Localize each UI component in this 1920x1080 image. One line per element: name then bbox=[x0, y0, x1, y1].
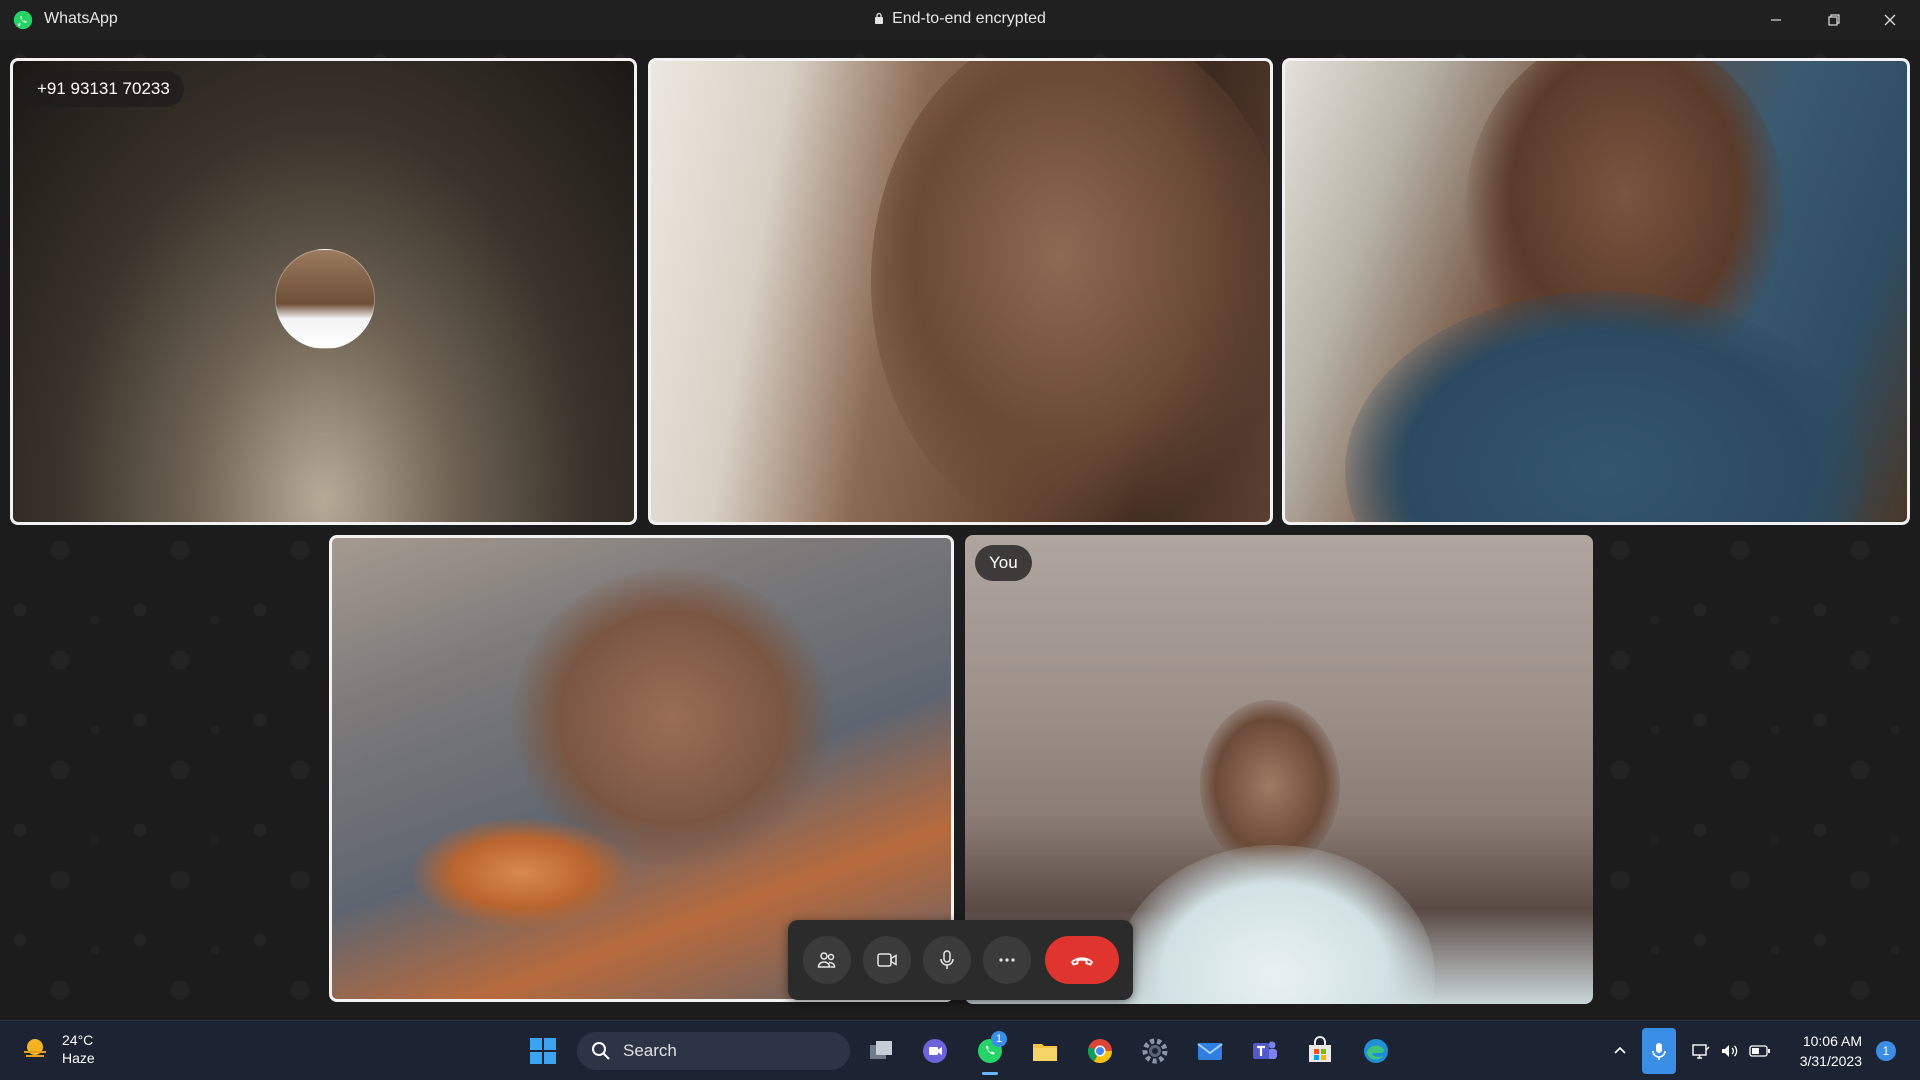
teams-icon bbox=[1253, 1041, 1277, 1059]
edge-icon bbox=[1364, 1039, 1388, 1063]
participant-avatar bbox=[275, 249, 375, 349]
store-button[interactable] bbox=[1300, 1031, 1340, 1071]
active-app-indicator bbox=[982, 1072, 998, 1075]
clock-date: 3/31/2023 bbox=[1799, 1053, 1862, 1069]
minimize-icon bbox=[1771, 19, 1781, 21]
weather-temperature: 24°C bbox=[62, 1032, 94, 1048]
participant-video-shirt bbox=[1345, 291, 1865, 522]
chat-app-button[interactable] bbox=[915, 1031, 955, 1071]
title-bar: WhatsApp End-to-end encrypted bbox=[0, 0, 1920, 40]
lock-icon bbox=[875, 12, 884, 24]
volume-button[interactable] bbox=[1716, 1021, 1742, 1080]
start-button[interactable] bbox=[523, 1031, 563, 1071]
app-title: WhatsApp bbox=[44, 10, 118, 27]
clock-time: 10:06 AM bbox=[1802, 1033, 1862, 1049]
whatsapp-unread-badge: 1 bbox=[991, 1031, 1007, 1047]
mail-icon bbox=[1197, 1043, 1223, 1060]
participant-tile-2[interactable] bbox=[648, 58, 1273, 525]
end-call-button[interactable] bbox=[1045, 936, 1119, 984]
file-explorer-button[interactable] bbox=[1025, 1031, 1065, 1071]
task-view-icon bbox=[870, 1041, 892, 1059]
teams-button[interactable] bbox=[1245, 1031, 1285, 1071]
network-button[interactable] bbox=[1688, 1021, 1714, 1080]
video-icon bbox=[877, 953, 897, 967]
windows-start-icon bbox=[530, 1038, 556, 1064]
taskbar-clock[interactable]: 10:06 AM 3/31/2023 bbox=[1786, 1031, 1862, 1071]
participant-name-tag: +91 93131 70233 bbox=[23, 71, 184, 107]
participant-name-tag: You bbox=[975, 545, 1032, 581]
gear-icon bbox=[1142, 1038, 1168, 1064]
more-options-button[interactable] bbox=[983, 936, 1031, 984]
end-call-icon bbox=[1070, 957, 1094, 966]
battery-icon bbox=[1749, 1045, 1770, 1057]
mic-in-use-highlight bbox=[1642, 1028, 1676, 1074]
mic-icon bbox=[940, 950, 954, 969]
close-button[interactable] bbox=[1862, 0, 1918, 40]
volume-icon bbox=[1722, 1045, 1738, 1057]
search-icon bbox=[592, 1042, 610, 1060]
participant-video-face bbox=[871, 61, 1270, 522]
encryption-status: End-to-end encrypted bbox=[0, 10, 1920, 28]
self-video-shirt bbox=[1115, 845, 1435, 1004]
network-icon bbox=[1692, 1044, 1710, 1059]
notification-count-badge[interactable]: 1 bbox=[1876, 1041, 1896, 1061]
participants-button[interactable] bbox=[803, 936, 851, 984]
battery-button[interactable] bbox=[1746, 1021, 1774, 1080]
folder-icon bbox=[1033, 1044, 1057, 1061]
chevron-up-icon bbox=[1614, 1046, 1626, 1054]
call-controls bbox=[788, 920, 1133, 1000]
participant-video-bracelet bbox=[412, 818, 632, 928]
task-view-button[interactable] bbox=[861, 1031, 901, 1071]
edge-button[interactable] bbox=[1356, 1031, 1396, 1071]
mic-toggle-button[interactable] bbox=[923, 936, 971, 984]
microphone-icon bbox=[1652, 1043, 1666, 1060]
restore-icon bbox=[1828, 14, 1840, 26]
chat-video-icon bbox=[923, 1039, 947, 1063]
weather-condition: Haze bbox=[62, 1050, 95, 1066]
participants-icon bbox=[817, 952, 836, 968]
taskbar-search[interactable]: Search bbox=[577, 1032, 850, 1070]
participant-tile-1[interactable]: +91 93131 70233 bbox=[10, 58, 637, 525]
settings-button[interactable] bbox=[1135, 1031, 1175, 1071]
taskbar: 24°C Haze Search 1 10:06 AM 3/31/2023 1 bbox=[0, 1020, 1920, 1080]
close-icon bbox=[1884, 14, 1896, 26]
show-hidden-icons-button[interactable] bbox=[1604, 1021, 1636, 1080]
search-label: Search bbox=[623, 1041, 677, 1060]
haze-sun-icon bbox=[24, 1039, 46, 1057]
store-icon bbox=[1309, 1036, 1331, 1062]
whatsapp-logo-icon bbox=[13, 10, 33, 30]
chrome-button[interactable] bbox=[1080, 1031, 1120, 1071]
restore-button[interactable] bbox=[1806, 0, 1862, 40]
encryption-label: End-to-end encrypted bbox=[892, 10, 1046, 27]
minimize-button[interactable] bbox=[1748, 0, 1804, 40]
video-toggle-button[interactable] bbox=[863, 936, 911, 984]
weather-widget[interactable]: 24°C Haze bbox=[20, 1031, 95, 1067]
participant-tile-3[interactable] bbox=[1282, 58, 1910, 525]
chrome-icon bbox=[1087, 1039, 1112, 1064]
more-icon bbox=[999, 958, 1015, 962]
mic-in-use-button[interactable] bbox=[1642, 1021, 1676, 1080]
whatsapp-taskbar-button[interactable]: 1 bbox=[970, 1031, 1010, 1075]
mail-button[interactable] bbox=[1190, 1031, 1230, 1071]
